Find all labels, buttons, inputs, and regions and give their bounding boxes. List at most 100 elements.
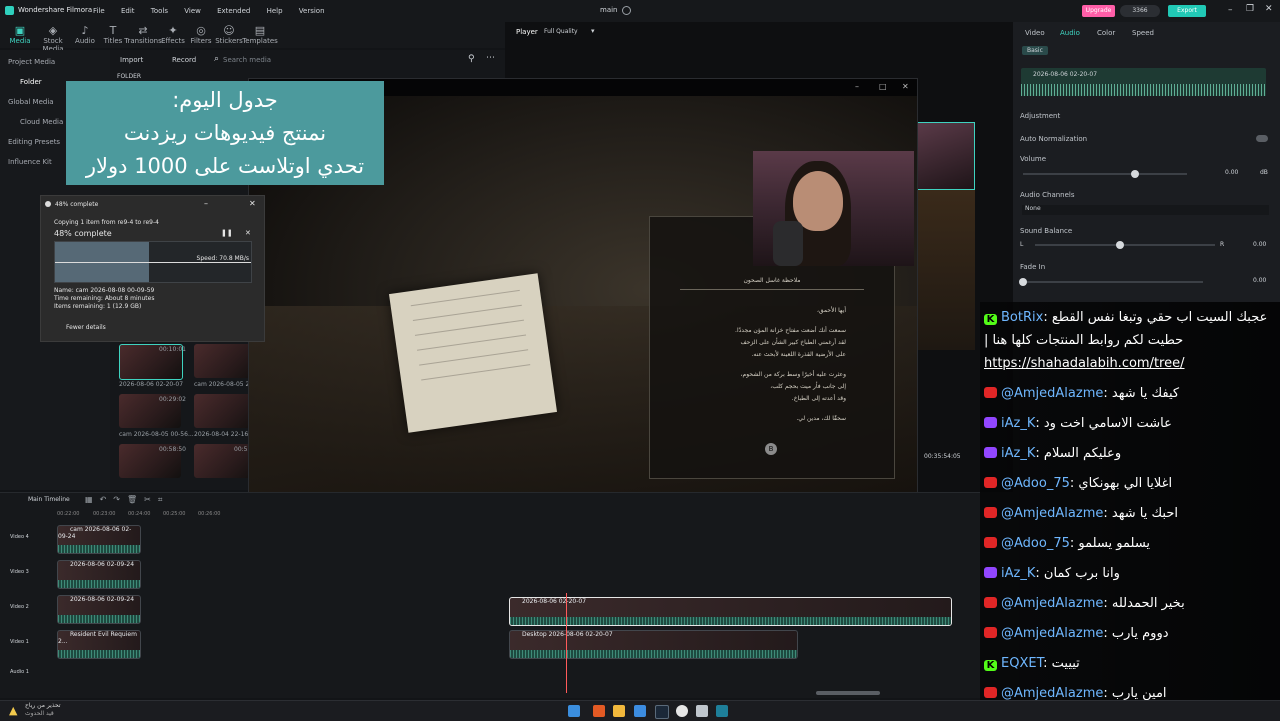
- clip-video2[interactable]: 2026-08-06 02-09-24: [57, 595, 141, 624]
- clip-video4[interactable]: cam 2026-08-06 02-09-24: [57, 525, 141, 554]
- import-button[interactable]: Import: [120, 56, 143, 64]
- auto-normalization-toggle[interactable]: [1256, 135, 1268, 142]
- chat-link[interactable]: https://shahadalabih.com/tree/: [984, 354, 1272, 374]
- chat-username: iAz_K: [1001, 416, 1036, 431]
- window-maximize-icon[interactable]: □: [879, 82, 887, 91]
- nav-editing-presets[interactable]: Editing Presets: [8, 138, 60, 146]
- minimize-icon[interactable]: –: [1228, 5, 1233, 15]
- window-minimize-icon[interactable]: –: [855, 82, 859, 91]
- copy-percent: 48% complete: [54, 229, 112, 238]
- clip-label: 2026-08-06 02-20-07: [522, 598, 587, 605]
- quality-select[interactable]: Full Quality: [544, 28, 578, 35]
- record-button[interactable]: Record: [172, 56, 196, 64]
- tab-video[interactable]: Video: [1025, 29, 1045, 37]
- clip-video3[interactable]: 2026-08-06 02-09-24: [57, 560, 141, 589]
- channels-select[interactable]: None: [1022, 205, 1269, 215]
- volume-value[interactable]: 0.00: [1225, 169, 1238, 176]
- chat-text: احبك يا شهد: [1107, 506, 1178, 521]
- copy-file-name: Name: cam 2026-08-08 00-09-59: [54, 287, 155, 294]
- delete-icon[interactable]: 🗑: [127, 495, 144, 504]
- media-thumb-2[interactable]: [194, 344, 256, 378]
- volume-slider[interactable]: [1023, 170, 1187, 178]
- cut-icon[interactable]: ✂: [144, 495, 158, 504]
- preview-thumb-right: [917, 122, 975, 190]
- balance-knob[interactable]: [1115, 241, 1124, 249]
- preview-strip: [917, 190, 975, 350]
- file-explorer-icon[interactable]: [613, 705, 625, 717]
- chat-username: @AmjedAlazme: [1001, 596, 1104, 611]
- fade-in-knob[interactable]: [1019, 278, 1027, 286]
- media-player-icon[interactable]: [676, 705, 688, 717]
- dialog-minimize-icon[interactable]: –: [204, 199, 208, 208]
- player-timecode: 00:35:54:05: [924, 453, 961, 460]
- window-close-icon[interactable]: ✕: [902, 82, 909, 91]
- filmora-icon[interactable]: [716, 705, 728, 717]
- auto-normalization-label: Auto Normalization: [1020, 135, 1088, 143]
- pause-icon[interactable]: ❚❚: [221, 229, 233, 237]
- menu-extended[interactable]: Extended: [217, 7, 250, 15]
- menu-file[interactable]: File: [93, 7, 105, 15]
- steam-icon[interactable]: [655, 705, 669, 719]
- ruler-tick: 00:23:00: [93, 511, 116, 517]
- nav-project-media[interactable]: Project Media: [8, 58, 55, 66]
- fade-in-slider[interactable]: [1019, 278, 1203, 286]
- menu-view[interactable]: View: [184, 7, 201, 15]
- more-icon[interactable]: ⋯: [486, 53, 495, 63]
- menu-edit[interactable]: Edit: [121, 7, 135, 15]
- media-thumb-4[interactable]: [194, 394, 256, 428]
- brave-icon[interactable]: [593, 705, 605, 717]
- maximize-icon[interactable]: ❐: [1246, 4, 1254, 14]
- mail-icon[interactable]: [634, 705, 646, 717]
- upgrade-button[interactable]: Upgrade: [1082, 5, 1115, 17]
- chat-text: امين يارب: [1107, 686, 1167, 701]
- subtab-basic[interactable]: Basic: [1022, 46, 1048, 55]
- chat-text: كيفك يا شهد: [1107, 386, 1180, 401]
- crop-icon[interactable]: ⌗: [158, 495, 170, 504]
- timeline-name[interactable]: Main Timeline: [28, 496, 70, 503]
- redo-icon[interactable]: ↷: [113, 495, 127, 504]
- grid-icon[interactable]: ▦: [85, 495, 100, 504]
- clip-main[interactable]: 2026-08-06 02-20-07: [509, 597, 952, 626]
- chat-message: iAz_K: عاشت الاسامي اخت ود: [984, 414, 1272, 434]
- chat-username: BotRix: [1001, 310, 1044, 325]
- warning-icon: ▲: [9, 704, 18, 717]
- timeline-scrollbar[interactable]: [816, 691, 880, 695]
- banner-line-2: نمنتج فيديوهات ريزدنت: [123, 121, 327, 145]
- undo-icon[interactable]: ↶: [100, 495, 114, 504]
- nav-folder[interactable]: Folder: [20, 78, 42, 86]
- balance-value[interactable]: 0.00: [1253, 241, 1266, 248]
- tab-audio[interactable]: Audio: [1060, 29, 1080, 37]
- cancel-copy-icon[interactable]: ✕: [245, 229, 251, 237]
- search-input[interactable]: Search media: [223, 56, 271, 64]
- balance-slider[interactable]: [1035, 241, 1215, 249]
- volume-knob[interactable]: [1130, 170, 1139, 178]
- tool-templates[interactable]: ▤ Templates: [240, 24, 280, 45]
- property-panel: Video Audio Color Speed Basic 2026-08-06…: [1013, 22, 1280, 302]
- volume-label: Volume: [1020, 155, 1047, 163]
- dialog-close-icon[interactable]: ✕: [249, 199, 256, 208]
- player-label: Player: [516, 28, 538, 36]
- clip-video1[interactable]: Resident Evil Requiem 2...: [57, 630, 141, 659]
- b-button-icon[interactable]: B: [765, 443, 777, 455]
- menu-version[interactable]: Version: [299, 7, 325, 15]
- notepad-icon[interactable]: [696, 705, 708, 717]
- close-icon[interactable]: ✕: [1265, 4, 1273, 14]
- menu-help[interactable]: Help: [267, 7, 283, 15]
- filter-icon[interactable]: ⚲: [468, 54, 475, 64]
- nav-global-media[interactable]: Global Media: [8, 98, 54, 106]
- export-button[interactable]: Export: [1168, 5, 1206, 17]
- fewer-details-button[interactable]: Fewer details: [66, 324, 106, 331]
- menu-tools[interactable]: Tools: [151, 7, 168, 15]
- fade-in-value[interactable]: 0.00: [1253, 277, 1266, 284]
- tab-color[interactable]: Color: [1097, 29, 1115, 37]
- kick-icon: K: [984, 314, 997, 325]
- weather-warning[interactable]: تحذير من رياح: [25, 702, 61, 709]
- nav-cloud-media[interactable]: Cloud Media: [20, 118, 63, 126]
- clip-name: 2026-08-06 02-20-07: [1033, 71, 1098, 78]
- clip-desktop[interactable]: Desktop 2026-08-06 02-20-07: [509, 630, 798, 659]
- chat-overlay: K BotRix: عجبك السيت اب حقي وتبغا نفس الق…: [980, 302, 1280, 701]
- tab-speed[interactable]: Speed: [1132, 29, 1154, 37]
- playhead[interactable]: [566, 593, 567, 693]
- nav-influence-kit[interactable]: Influence Kit: [8, 158, 52, 166]
- windows-start-icon[interactable]: [568, 705, 580, 717]
